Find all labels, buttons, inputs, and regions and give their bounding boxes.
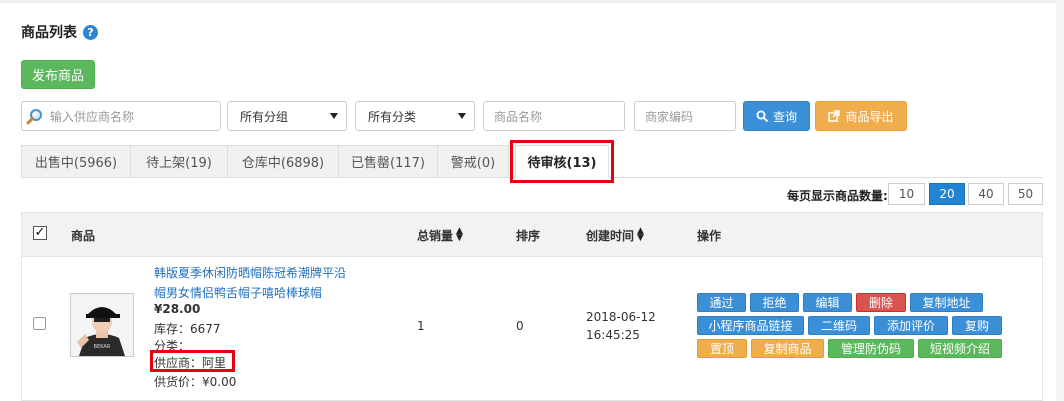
- status-tabs: 出售中(5966) 待上架(19) 仓库中(6898) 已售罄(117) 警戒(…: [21, 145, 1043, 178]
- per-page-label: 每页显示商品数量:: [787, 188, 888, 203]
- export-button-label: 商品导出: [845, 109, 894, 124]
- search-icon: [756, 110, 768, 122]
- delete-button[interactable]: 删除: [856, 293, 906, 312]
- reject-button[interactable]: 拒绝: [750, 293, 799, 312]
- row-checkbox[interactable]: [33, 317, 46, 330]
- per-page-20[interactable]: 20: [929, 183, 965, 205]
- pin-top-button[interactable]: 置顶: [697, 339, 747, 358]
- tab-warehouse[interactable]: 仓库中(6898): [227, 145, 339, 178]
- sort-icon[interactable]: ▲ ▼: [456, 227, 463, 243]
- column-goods: 商品: [71, 228, 96, 243]
- goods-supplier: 供应商：阿里: [154, 356, 227, 370]
- per-page-10[interactable]: 10: [888, 183, 925, 205]
- goods-category: 分类：: [154, 339, 191, 353]
- goods-stock: 库存：6677: [154, 322, 221, 336]
- goods-title-line2: 帽男女情侣鸭舌帽子嘻哈棒球帽: [154, 286, 323, 300]
- column-created[interactable]: 创建时间 ▲ ▼: [586, 213, 644, 257]
- goods-title-line1: 韩版夏季休闲防晒帽陈冠希潮牌平沿: [154, 266, 347, 280]
- goods-name-placeholder: 商品名称: [494, 109, 543, 124]
- per-page-40[interactable]: 40: [968, 183, 1004, 205]
- external-link-icon: [828, 110, 841, 122]
- chevron-down-icon: [458, 113, 466, 119]
- column-created-label: 创建时间: [586, 228, 635, 243]
- page-title-text: 商品列表: [21, 25, 77, 41]
- category-select-value: 所有分类: [368, 109, 417, 124]
- goods-title-link[interactable]: 韩版夏季休闲防晒帽陈冠希潮牌平沿 帽男女情侣鸭舌帽子嘻哈棒球帽: [154, 263, 354, 303]
- add-review-button[interactable]: 添加评价: [874, 316, 948, 335]
- tab-sold-out[interactable]: 已售罄(117): [338, 145, 438, 178]
- category-select[interactable]: 所有分类: [355, 101, 475, 131]
- goods-thumbnail[interactable]: BEKAR: [70, 293, 134, 357]
- goods-name-input[interactable]: 商品名称: [483, 101, 625, 131]
- rebuy-button[interactable]: 复购: [952, 316, 1002, 335]
- column-sort: 排序: [516, 228, 541, 243]
- supplier-search-placeholder: 输入供应商名称: [50, 109, 135, 124]
- per-page-50[interactable]: 50: [1008, 183, 1043, 205]
- tab-alert[interactable]: 警戒(0): [437, 145, 509, 178]
- mini-program-link-button[interactable]: 小程序商品链接: [697, 316, 804, 335]
- tab-pending-review[interactable]: 待审核(13): [515, 145, 609, 178]
- goods-sort: 0: [516, 319, 524, 333]
- sort-icon[interactable]: ▲ ▼: [637, 227, 644, 243]
- column-ops: 操作: [697, 228, 722, 243]
- qrcode-button[interactable]: 二维码: [808, 316, 870, 335]
- export-goods-button[interactable]: 商品导出: [815, 101, 907, 131]
- goods-supply-price: 供货价：¥0.00: [154, 375, 237, 389]
- chevron-down-icon: [330, 113, 338, 119]
- approve-button[interactable]: 通过: [697, 293, 746, 312]
- search-icon: [26, 109, 42, 125]
- goods-list-page: 商品列表 ? 发布商品 输入供应商名称 所有分组 所有分类 商品名称 商家编码 …: [0, 0, 1064, 401]
- goods-sales: 1: [417, 319, 425, 333]
- tab-pending-shelf[interactable]: 待上架(19): [130, 145, 228, 178]
- goods-created-date: 2018-06-12: [586, 310, 656, 324]
- query-button[interactable]: 查询: [743, 101, 810, 131]
- supplier-search-input[interactable]: 输入供应商名称: [21, 101, 221, 131]
- column-sales-label: 总销量: [417, 228, 454, 243]
- group-select-value: 所有分组: [240, 109, 289, 124]
- merchant-code-placeholder: 商家编码: [645, 109, 694, 124]
- select-all-checkbox[interactable]: ✓: [33, 226, 47, 240]
- query-button-label: 查询: [772, 109, 797, 124]
- anti-fake-code-button[interactable]: 管理防伪码: [828, 339, 914, 358]
- right-scroll-edge: [1056, 0, 1064, 401]
- publish-goods-button[interactable]: 发布商品: [21, 60, 95, 89]
- copy-goods-button[interactable]: 复制商品: [751, 339, 824, 358]
- edit-button[interactable]: 编辑: [803, 293, 852, 312]
- goods-price: ¥28.00: [154, 302, 201, 316]
- page-title: 商品列表 ?: [21, 22, 98, 42]
- goods-table: ✓ 商品 总销量 ▲ ▼ 排序 创建时间 ▲ ▼ 操作 BEKAR 韩版夏季休闲…: [21, 212, 1043, 401]
- help-icon[interactable]: ?: [83, 24, 98, 40]
- group-select[interactable]: 所有分组: [227, 101, 347, 131]
- copy-address-button[interactable]: 复制地址: [910, 293, 983, 312]
- thumb-caption: BEKAR: [94, 344, 111, 350]
- goods-created-time: 16:45:25: [586, 328, 640, 342]
- table-header: ✓ 商品 总销量 ▲ ▼ 排序 创建时间 ▲ ▼ 操作: [22, 213, 1042, 257]
- tab-on-sale[interactable]: 出售中(5966): [21, 145, 131, 178]
- short-video-button[interactable]: 短视频介绍: [918, 339, 1002, 358]
- goods-image: BEKAR: [71, 294, 133, 356]
- top-border: [0, 0, 1064, 3]
- column-sales[interactable]: 总销量 ▲ ▼: [417, 213, 463, 257]
- merchant-code-input[interactable]: 商家编码: [634, 101, 736, 131]
